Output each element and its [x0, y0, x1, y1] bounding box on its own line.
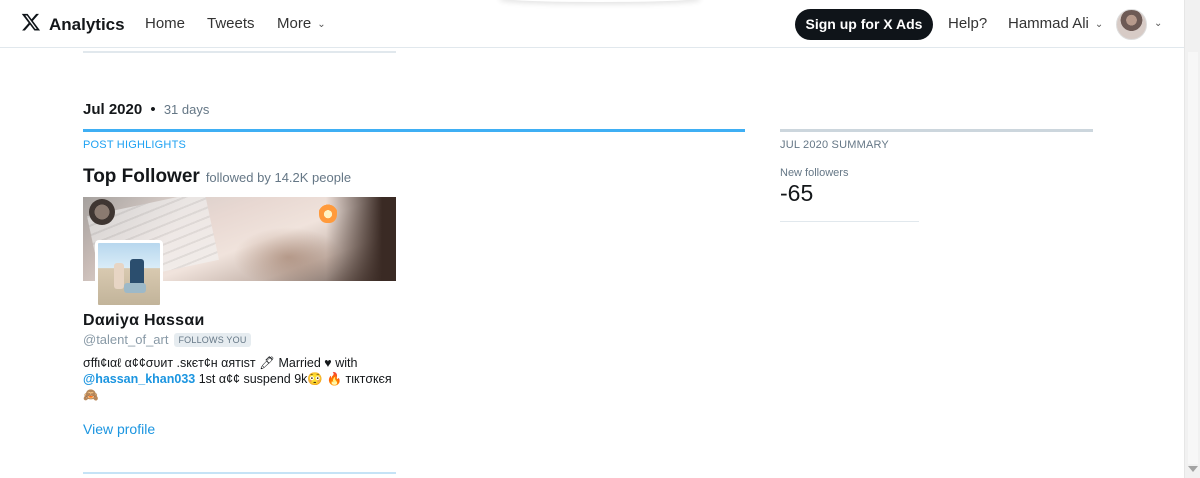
scroll-down-arrow-icon[interactable] [1188, 466, 1198, 472]
page-scrollbar[interactable] [1184, 0, 1200, 478]
top-follower-title: Top Follower [83, 166, 200, 187]
period-heading: Jul 2020 • 31 days [83, 101, 209, 118]
follower-display-name[interactable]: Dαиiуα Hαssαи [83, 312, 205, 330]
follower-handle-row: @talent_of_art FOLLOWS YOU [83, 332, 251, 347]
chevron-down-icon: ⌄ [1094, 19, 1104, 30]
bio-text: 1st α¢¢ suspend 9k😳 🔥 тιктσкєя [195, 372, 392, 386]
view-profile-link[interactable]: View profile [83, 421, 155, 437]
banner-avatar [89, 199, 115, 225]
top-follower-heading: Top Follower followed by 14.2K people [83, 166, 351, 188]
brand-title: Analytics [49, 14, 125, 34]
profile-photo [98, 243, 160, 305]
section-divider [83, 51, 396, 53]
summary-accent-bar [780, 129, 1093, 132]
period-separator: • [150, 101, 156, 118]
bio-text: 🙈 [83, 388, 99, 402]
banner-flame [319, 201, 337, 223]
post-highlights-label: POST HIGHLIGHTS [83, 139, 187, 151]
nav-more-menu[interactable]: More ⌄ [277, 15, 326, 32]
period-month: Jul 2020 [83, 101, 143, 118]
follower-handle[interactable]: @talent_of_art [83, 332, 168, 347]
account-avatar-menu[interactable]: ⌄ [1116, 9, 1162, 40]
decorative-shadow [500, 0, 700, 2]
summary-divider [780, 221, 919, 222]
signup-ads-button[interactable]: Sign up for X Ads [795, 9, 933, 40]
section-divider [83, 472, 396, 474]
photo-figure [114, 263, 124, 289]
highlights-accent-bar [83, 129, 745, 132]
bio-mention-link[interactable]: @hassan_khan033 [83, 372, 195, 386]
period-days: 31 days [163, 102, 210, 117]
chevron-down-icon: ⌄ [1154, 18, 1163, 29]
avatar [1116, 9, 1147, 40]
follower-profile-picture[interactable] [95, 240, 163, 308]
bio-text: σffι¢ιαℓ α¢¢συит .ѕкєт¢н αятιѕт 🖊 Marrie… [83, 356, 358, 370]
user-name: Hammad Ali [1008, 15, 1089, 32]
user-menu[interactable]: Hammad Ali ⌄ [1008, 15, 1103, 32]
chevron-down-icon: ⌄ [317, 19, 326, 30]
summary-label: JUL 2020 SUMMARY [780, 139, 889, 151]
follower-bio: σffι¢ιαℓ α¢¢συит .ѕкєт¢н αятιѕт 🖊 Marrie… [83, 355, 403, 403]
nav-tweets-link[interactable]: Tweets [207, 15, 255, 32]
top-follower-subtitle: followed by 14.2K people [205, 170, 352, 185]
x-logo-icon [21, 12, 41, 37]
brand[interactable]: Analytics [21, 12, 125, 37]
analytics-page: Analytics Home Tweets More ⌄ Sign up for … [0, 0, 1200, 478]
help-link[interactable]: Help? [948, 15, 987, 32]
nav-more-label: More [277, 15, 312, 32]
new-followers-value: -65 [780, 180, 814, 206]
top-navigation: Analytics Home Tweets More ⌄ Sign up for … [0, 0, 1184, 48]
new-followers-label: New followers [780, 167, 849, 179]
nav-home-link[interactable]: Home [145, 15, 185, 32]
scrollbar-thumb[interactable] [1188, 52, 1198, 464]
follows-you-badge: FOLLOWS YOU [174, 332, 251, 347]
photo-figure [124, 283, 146, 293]
